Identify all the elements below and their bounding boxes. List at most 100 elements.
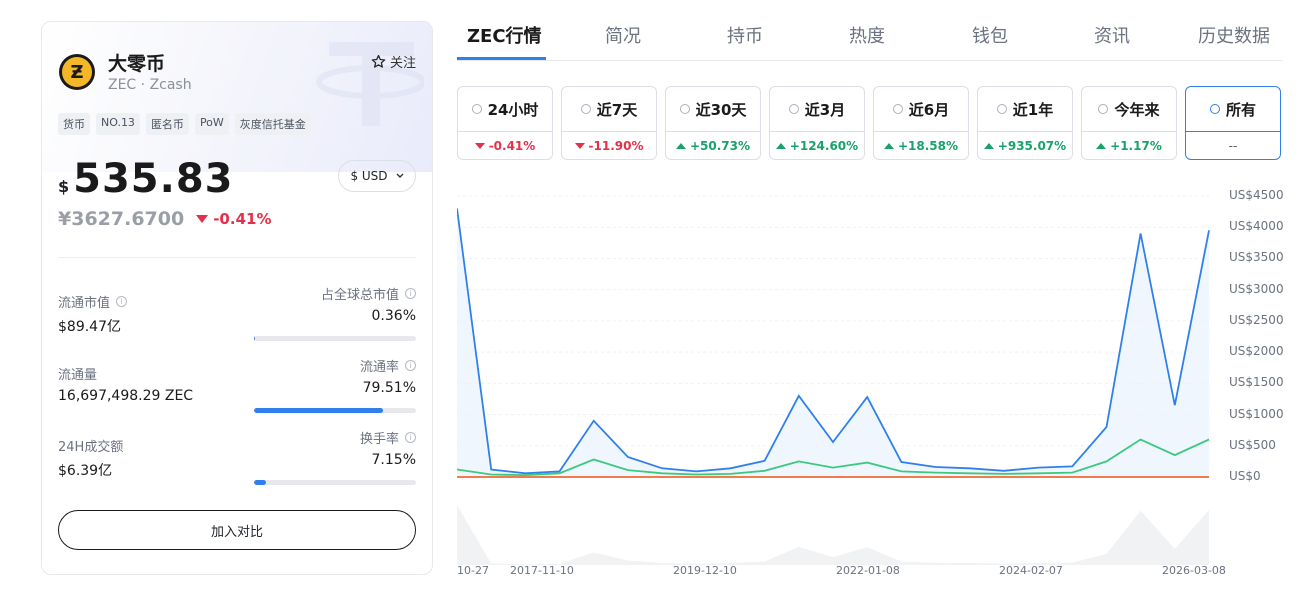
circulation-rate-bar-fill [254, 408, 383, 413]
period-label: 24小时 [487, 100, 539, 119]
up-arrow-icon [1096, 142, 1107, 149]
radio-icon [580, 104, 591, 114]
price-series-area [457, 208, 1209, 477]
radio-icon [788, 104, 799, 114]
coin-tags: 货币 NO.13 匿名币 PoW 灰度信托基金 [58, 113, 311, 135]
tab-news[interactable]: 资讯 [1094, 22, 1130, 48]
global-share-bar-fill [254, 336, 255, 341]
down-arrow-icon [574, 142, 585, 149]
coin-tabs: ZEC行情 简况 持币 热度 钱包 资讯 历史数据 [457, 0, 1282, 61]
radio-icon [892, 104, 903, 114]
follow-button[interactable]: 关注 [371, 52, 416, 71]
period-1y[interactable]: 近1年 +935.07% [977, 86, 1073, 160]
period-label: 近3月 [804, 100, 846, 119]
period-3m[interactable]: 近3月 +124.60% [769, 86, 865, 160]
price-chart[interactable]: US$4500 US$4000 US$3500 US$3000 US$2500 US$20… [456, 185, 1287, 587]
circulation-rate-stat: 流通率 i 79.51% [254, 356, 416, 396]
tab-market[interactable]: ZEC行情 [467, 22, 542, 48]
price-value: 535.83 [73, 156, 234, 202]
period-label: 近6月 [908, 100, 950, 119]
active-tab-indicator [457, 57, 546, 60]
coin-info-card: Ƶ 大零币 ZEC · Zcash 关注 货币 NO.13 匿名币 PoW 灰度… [41, 21, 433, 575]
tab-history[interactable]: 历史数据 [1198, 22, 1270, 48]
period-all[interactable]: 所有 -- [1185, 86, 1281, 160]
period-change: -0.41% [488, 138, 536, 153]
radio-icon [1098, 104, 1109, 114]
tag[interactable]: 灰度信托基金 [234, 113, 311, 135]
currency-select[interactable]: $ USD [338, 160, 416, 192]
info-icon[interactable]: i [405, 432, 416, 443]
supply-label: 流通量 [58, 368, 98, 383]
price-chart-svg[interactable] [456, 185, 1217, 587]
tag[interactable]: 货币 [58, 113, 90, 135]
up-arrow-icon [983, 142, 994, 149]
period-6m[interactable]: 近6月 +18.58% [873, 86, 969, 160]
period-label: 近7天 [596, 100, 638, 119]
period-7d[interactable]: 近7天 -11.90% [561, 86, 657, 160]
period-label: 近30天 [695, 100, 747, 119]
info-icon[interactable]: i [405, 360, 416, 371]
period-change: -11.90% [588, 138, 644, 153]
navigator-area [457, 505, 1209, 565]
global-share-label: 占全球总市值 [320, 288, 399, 303]
tab-wallet[interactable]: 钱包 [972, 22, 1008, 48]
add-to-compare-button[interactable]: 加入对比 [58, 510, 416, 550]
global-share-bar [254, 336, 416, 341]
info-icon[interactable]: i [405, 288, 416, 299]
y-tick-label: US$3500 [1229, 250, 1284, 265]
zcash-logo-letter: Ƶ [62, 57, 92, 87]
y-tick-label: US$2500 [1229, 312, 1284, 327]
price-change: -0.41% [196, 210, 271, 228]
radio-icon [996, 104, 1007, 114]
period-change: -- [1228, 138, 1238, 153]
x-tick-label: 2022-01-08 [836, 564, 900, 577]
volume-value: $6.39亿 [58, 463, 113, 479]
tag[interactable]: PoW [194, 113, 229, 135]
turnover-bar-fill [254, 480, 266, 485]
follow-label: 关注 [389, 56, 416, 71]
price-change-value: -0.41% [213, 210, 272, 228]
supply-stat: 流通量 16,697,498.29 ZEC [58, 364, 193, 404]
price-currency-symbol: $ [58, 177, 70, 196]
up-arrow-icon [883, 142, 894, 149]
radio-icon [471, 104, 482, 114]
down-arrow-icon [196, 215, 209, 223]
y-tick-label: US$4000 [1229, 219, 1284, 234]
star-icon [371, 54, 386, 68]
tag[interactable]: 匿名币 [145, 113, 189, 135]
period-24h[interactable]: 24小时 -0.41% [457, 86, 553, 160]
period-change: +935.07% [997, 138, 1067, 153]
price-row: $ 535.83 [58, 156, 234, 202]
info-icon[interactable]: i [116, 296, 128, 307]
market-cap-value: $89.47亿 [58, 319, 121, 335]
tag[interactable]: NO.13 [96, 113, 140, 135]
y-tick-label: US$1500 [1229, 375, 1284, 390]
tab-popularity[interactable]: 热度 [849, 22, 885, 48]
radio-icon [679, 104, 690, 114]
global-share-value: 0.36% [371, 308, 416, 324]
period-change: +50.73% [689, 138, 751, 153]
period-label: 今年来 [1114, 100, 1160, 119]
y-tick-label: US$1000 [1229, 406, 1284, 421]
currency-select-label: $ USD [350, 169, 388, 183]
tab-overview[interactable]: 简况 [605, 22, 641, 48]
x-tick-label: 2026-03-08 [1162, 564, 1226, 577]
cny-price-row: ¥3627.6700 -0.41% [58, 208, 271, 230]
market-cap-stat: 流通市值 i $89.47亿 [58, 292, 128, 336]
period-change: +1.17% [1110, 138, 1162, 153]
period-label: 所有 [1225, 100, 1256, 119]
x-tick-label: 10-27 [457, 564, 489, 577]
period-label: 近1年 [1012, 100, 1054, 119]
y-tick-label: US$4500 [1229, 188, 1284, 202]
period-30d[interactable]: 近30天 +50.73% [665, 86, 761, 160]
price-series-line [456, 208, 1210, 475]
global-share-stat: 占全球总市值 i 0.36% [254, 284, 416, 324]
y-tick-label: US$500 [1229, 437, 1276, 452]
y-tick-label: US$2000 [1229, 344, 1284, 359]
circulation-rate-bar [254, 408, 416, 413]
y-tick-label: US$3000 [1229, 281, 1284, 296]
chevron-down-icon [396, 173, 404, 178]
period-ytd[interactable]: 今年来 +1.17% [1081, 86, 1177, 160]
x-tick-label: 2019-12-10 [673, 564, 737, 577]
tab-holders[interactable]: 持币 [727, 22, 763, 48]
